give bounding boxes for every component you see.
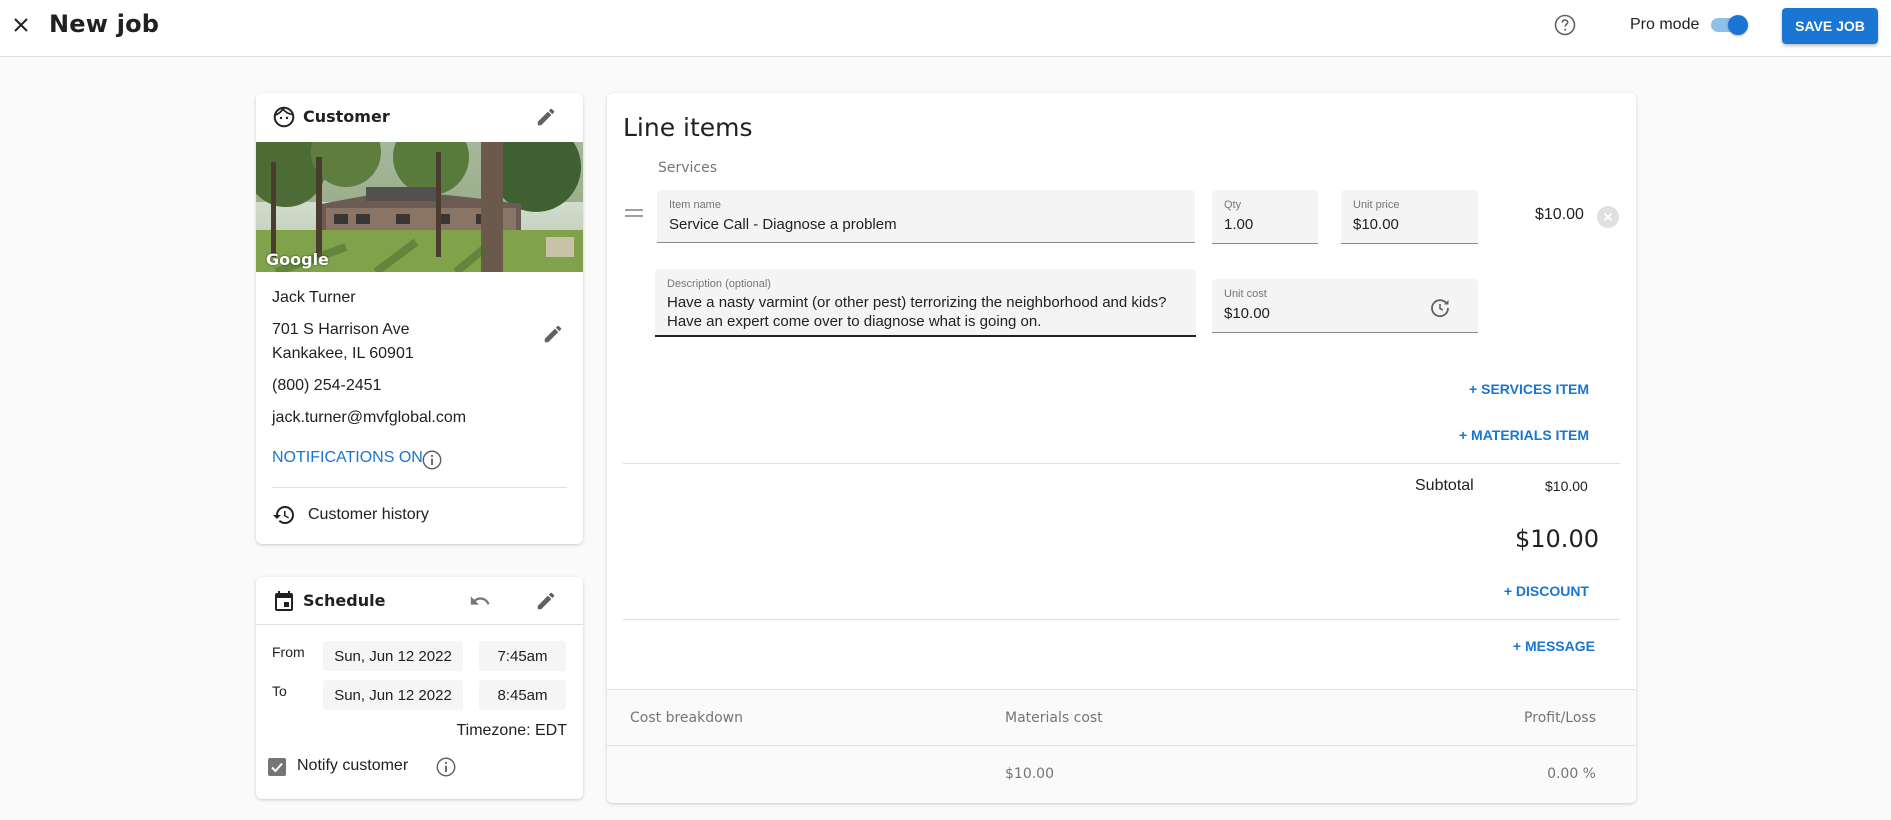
add-discount-button[interactable]: + DISCOUNT — [1504, 583, 1589, 599]
unit-cost-value: $10.00 — [1224, 305, 1270, 322]
timezone-label: Timezone: EDT — [456, 722, 567, 739]
customer-history-label: Customer history — [308, 506, 429, 523]
notifications-toggle-link[interactable]: NOTIFICATIONS ON — [272, 449, 423, 467]
divider — [623, 619, 1620, 620]
to-label: To — [272, 683, 287, 699]
cost-breakdown-table: Cost breakdown Materials cost Profit/Los… — [607, 689, 1636, 803]
calendar-icon — [275, 591, 293, 611]
customer-card: Customer Google Jack Turner 701 S Harris… — [256, 93, 583, 544]
close-circle-icon — [1603, 212, 1613, 222]
unit-cost-label: Unit cost — [1224, 288, 1267, 300]
customer-card-header: Customer — [256, 93, 583, 142]
materials-cost-value: $10.00 — [1005, 766, 1054, 782]
info-icon — [422, 450, 442, 470]
subtotal-label: Subtotal — [1415, 477, 1474, 494]
from-date-field[interactable]: Sun, Jun 12 2022 — [323, 641, 463, 671]
add-message-button[interactable]: + MESSAGE — [1513, 638, 1595, 654]
history-icon — [273, 506, 294, 524]
save-job-button[interactable]: SAVE JOB — [1782, 8, 1878, 44]
line-item-total: $10.00 — [1535, 206, 1584, 223]
schedule-card-header: Schedule — [256, 577, 583, 625]
google-watermark: Google — [266, 250, 329, 269]
top-bar: New job Pro mode SAVE JOB — [0, 0, 1891, 57]
help-button[interactable] — [1553, 13, 1577, 37]
item-name-value: Service Call - Diagnose a problem — [669, 216, 897, 233]
from-label: From — [272, 644, 305, 660]
pencil-icon — [544, 325, 562, 343]
add-materials-item-button[interactable]: + MATERIALS ITEM — [1459, 427, 1589, 443]
notify-info-button[interactable] — [435, 756, 457, 778]
help-icon — [1554, 14, 1576, 36]
reset-cost-button[interactable] — [1428, 296, 1452, 320]
description-value: Have a nasty varmint (or other pest) ter… — [667, 294, 1167, 330]
description-label: Description (optional) — [667, 278, 771, 290]
undo-schedule-button[interactable] — [468, 590, 492, 612]
page-title: New job — [49, 10, 160, 38]
edit-address-button[interactable] — [542, 323, 564, 345]
pencil-icon — [537, 108, 555, 126]
customer-address-line1: 701 S Harrison Ave — [272, 321, 410, 338]
unit-cost-field[interactable]: Unit cost $10.00 — [1212, 279, 1478, 333]
item-name-field[interactable]: Item name Service Call - Diagnose a prob… — [657, 190, 1195, 243]
qty-value: 1.00 — [1224, 216, 1254, 233]
cost-breakdown-header-row: Cost breakdown Materials cost Profit/Los… — [607, 690, 1636, 746]
unit-price-value: $10.00 — [1353, 216, 1399, 233]
to-time-field[interactable]: 8:45am — [479, 680, 566, 710]
customer-phone: (800) 254-2451 — [272, 377, 382, 394]
remove-line-item-button[interactable] — [1597, 206, 1619, 228]
customer-name: Jack Turner — [272, 289, 356, 306]
subtotal-value: $10.00 — [1545, 478, 1588, 494]
divider — [623, 463, 1620, 464]
notifications-info-button[interactable] — [421, 449, 443, 471]
pencil-icon — [537, 592, 555, 610]
close-icon — [14, 18, 28, 32]
face-icon — [273, 106, 295, 128]
schedule-card-title: Schedule — [303, 591, 386, 610]
from-time-field[interactable]: 7:45am — [479, 641, 566, 671]
drag-handle-icon[interactable] — [625, 209, 643, 221]
edit-schedule-button[interactable] — [535, 590, 557, 612]
to-date-field[interactable]: Sun, Jun 12 2022 — [323, 680, 463, 710]
info-icon — [436, 757, 456, 777]
unit-price-label: Unit price — [1353, 199, 1400, 211]
unit-price-field[interactable]: Unit price $10.00 — [1341, 190, 1478, 244]
profit-loss-header: Profit/Loss — [1524, 710, 1596, 726]
edit-customer-button[interactable] — [535, 106, 557, 128]
materials-cost-header: Materials cost — [1005, 710, 1103, 726]
customer-card-title: Customer — [303, 107, 390, 126]
customer-history-link[interactable]: Customer history — [272, 501, 562, 529]
close-button[interactable] — [10, 14, 32, 36]
description-field[interactable]: Description (optional) Have a nasty varm… — [655, 269, 1196, 337]
line-items-title: Line items — [623, 113, 753, 142]
qty-field[interactable]: Qty 1.00 — [1212, 190, 1318, 244]
pro-mode-toggle[interactable] — [1711, 15, 1748, 35]
notify-customer-checkbox[interactable] — [268, 758, 286, 776]
notify-customer-label: Notify customer — [297, 757, 409, 774]
item-name-label: Item name — [669, 199, 721, 211]
grand-total: $10.00 — [1515, 525, 1599, 553]
checkmark-icon — [271, 762, 283, 773]
line-items-card: Line items Services Item name Service Ca… — [607, 93, 1636, 803]
customer-address-line2: Kankakee, IL 60901 — [272, 345, 414, 362]
divider — [272, 487, 567, 488]
customer-email: jack.turner@mvfglobal.com — [272, 409, 467, 426]
schedule-card: Schedule From Sun, Jun 12 2022 7:45am To… — [256, 577, 583, 799]
cost-breakdown-header: Cost breakdown — [630, 710, 743, 726]
toggle-thumb — [1728, 15, 1748, 35]
services-section-label: Services — [658, 160, 718, 176]
add-services-item-button[interactable]: + SERVICES ITEM — [1469, 381, 1589, 397]
undo-icon — [470, 596, 490, 605]
street-view-image: Google — [256, 142, 583, 272]
profit-loss-value: 0.00 % — [1547, 766, 1596, 782]
pro-mode-label: Pro mode — [1630, 16, 1700, 33]
qty-label: Qty — [1224, 199, 1242, 211]
refresh-clock-icon — [1431, 299, 1449, 318]
